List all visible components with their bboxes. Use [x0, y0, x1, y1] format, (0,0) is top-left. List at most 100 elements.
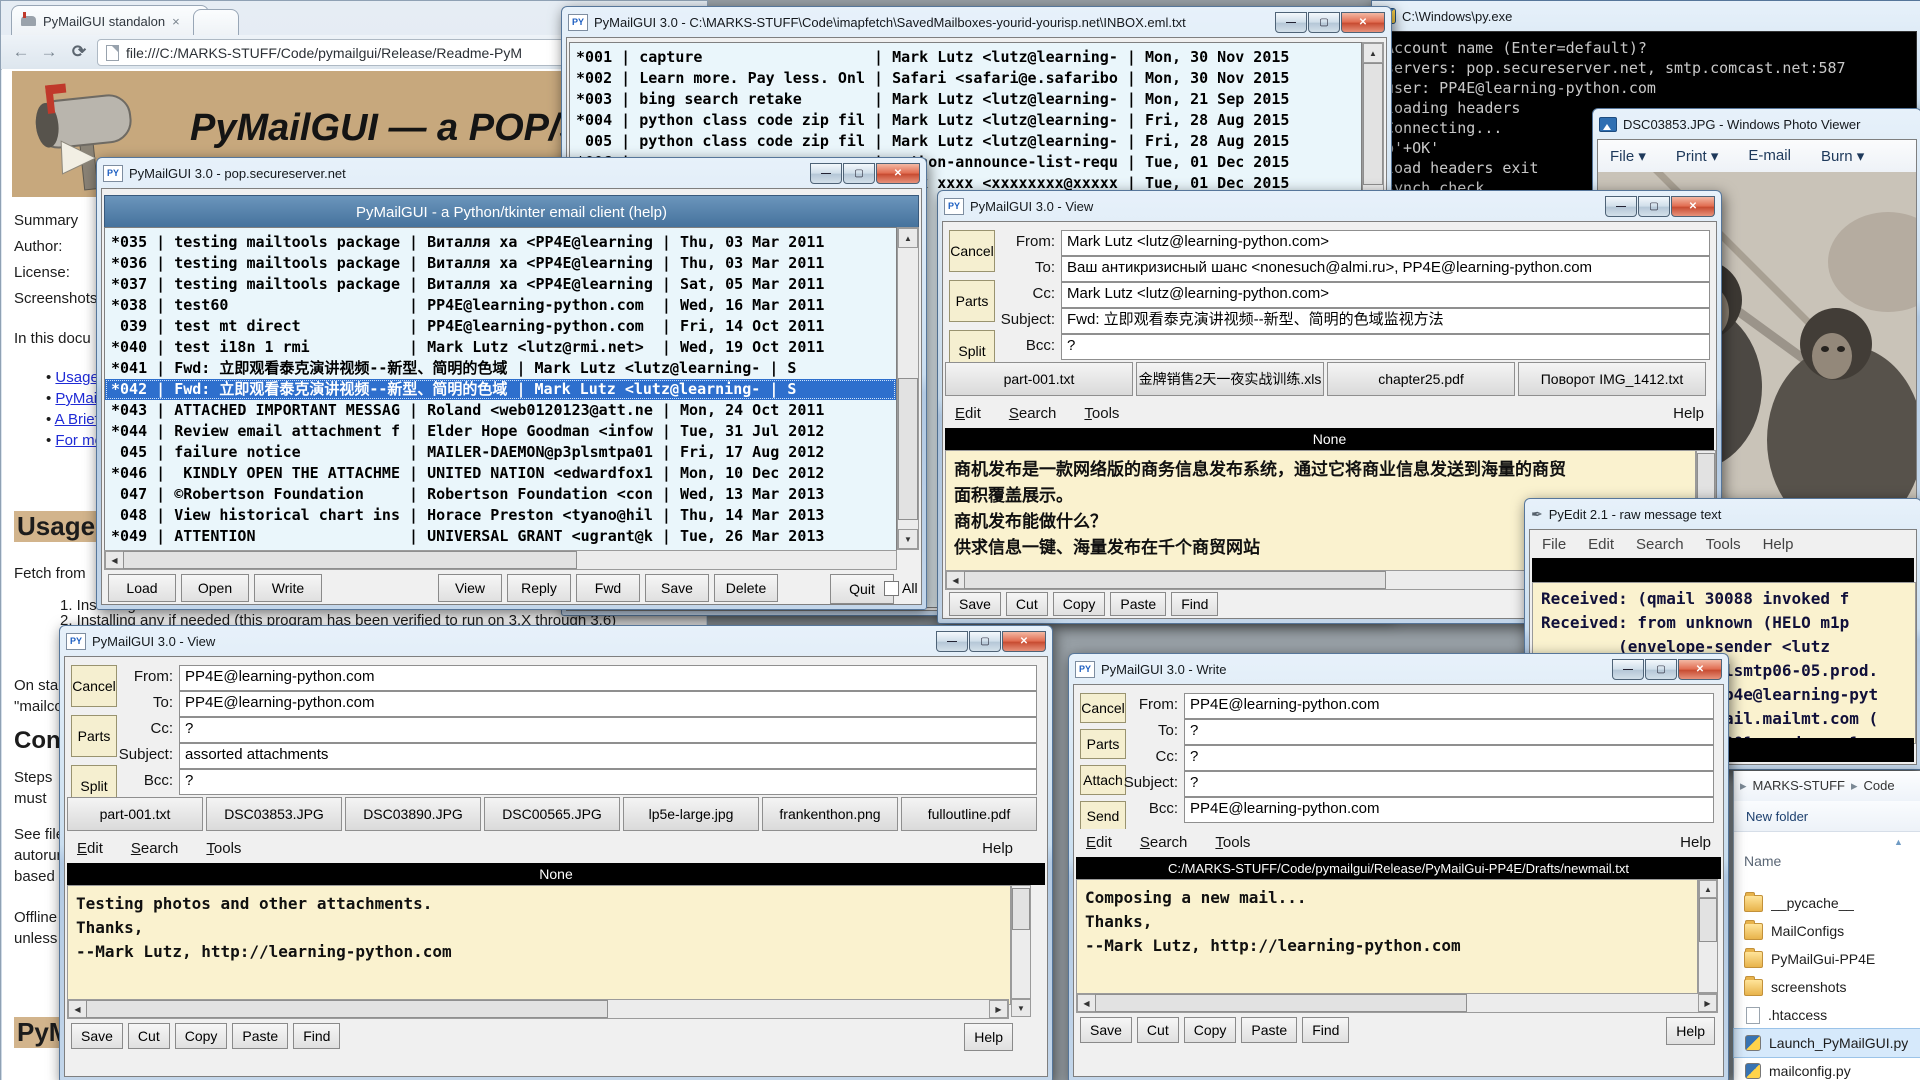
write-body[interactable]: Composing a new mail...Thanks,--Mark Lut… [1076, 879, 1698, 999]
scroll-up-icon[interactable] [1699, 880, 1717, 898]
maximize-icon[interactable] [1638, 196, 1670, 217]
all-checkbox[interactable] [884, 581, 899, 596]
close-icon[interactable] [1341, 12, 1385, 33]
edit-button[interactable]: Save [1080, 1017, 1132, 1043]
menu-item[interactable]: Tools [206, 840, 241, 857]
browser-tab[interactable]: PyMailGUI standalon × [11, 5, 209, 36]
menu-help[interactable]: Help [1680, 829, 1711, 855]
list-button[interactable]: Open [181, 574, 249, 602]
photo-menu-item[interactable]: Burn ▾ [1821, 147, 1864, 165]
close-icon[interactable] [1671, 196, 1715, 217]
menu-item[interactable]: Search [1009, 405, 1057, 422]
maximize-icon[interactable] [969, 631, 1001, 652]
explorer-item[interactable]: Launch_PyMailGUI.py [1734, 1029, 1920, 1057]
write-vscrollbar[interactable] [1698, 879, 1718, 993]
edit-button[interactable]: Cut [1137, 1017, 1179, 1043]
minimize-icon[interactable] [1612, 659, 1644, 680]
explorer-item[interactable]: screenshots [1734, 973, 1920, 1001]
toc-link-usage[interactable]: • Usage [46, 369, 99, 386]
menu-item[interactable]: Edit [955, 405, 981, 422]
field-value[interactable]: ? [1061, 334, 1710, 360]
field-value[interactable]: Mark Lutz <lutz@learning-python.com> [1061, 282, 1710, 308]
maximize-icon[interactable] [1645, 659, 1677, 680]
mail-list-row[interactable]: *041 | Fwd: 立即观看泰克演讲视频--新型、简明的色域 | Mark … [105, 358, 896, 379]
menu-help[interactable]: Help [1673, 400, 1704, 426]
list-button[interactable]: Delete [714, 574, 778, 602]
field-value[interactable]: ? [179, 769, 1037, 795]
mail-list-row[interactable]: *004 | python class code zip fil | Mark … [570, 110, 1361, 131]
menu-item[interactable]: Search [131, 840, 179, 857]
photo-menu-item[interactable]: File ▾ [1610, 147, 1646, 165]
console-titlebar[interactable]: C:\Windows\py.exe [1372, 1, 1920, 31]
field-value[interactable]: ? [179, 717, 1037, 743]
menu-item[interactable]: Tools [1706, 536, 1741, 553]
side-button[interactable]: Send [1080, 801, 1126, 831]
attachment-button[interactable]: DSC03853.JPG [206, 797, 342, 831]
maximize-icon[interactable] [843, 163, 875, 184]
edit-button[interactable]: Paste [232, 1023, 288, 1049]
attachment-button[interactable]: chapter25.pdf [1327, 362, 1515, 396]
breadcrumb-item[interactable]: Code [1845, 778, 1895, 794]
menu-item[interactable]: Help [1763, 536, 1794, 553]
pyedit-titlebar[interactable]: PyEdit 2.1 - raw message text [1525, 499, 1920, 529]
write-titlebar[interactable]: PyMailGUI 3.0 - Write [1069, 654, 1728, 684]
tab-close-icon[interactable]: × [172, 14, 180, 29]
edit-button[interactable]: Cut [1006, 592, 1048, 616]
edit-button[interactable]: Find [1302, 1017, 1349, 1043]
field-value[interactable]: PP4E@learning-python.com [1184, 797, 1714, 823]
scroll-left-icon[interactable] [1077, 994, 1096, 1012]
minimize-icon[interactable] [1275, 12, 1307, 33]
main-vscrollbar[interactable] [897, 227, 919, 550]
list-button[interactable]: Save [645, 574, 709, 602]
mail-list-row[interactable]: *049 | ATTENTION | UNIVERSAL GRANT <ugra… [105, 526, 896, 547]
edit-button[interactable]: Save [949, 592, 1001, 616]
attachment-button[interactable]: DSC03890.JPG [345, 797, 481, 831]
mail-list-row[interactable]: 039 | test mt direct | PP4E@learning-pyt… [105, 316, 896, 337]
edit-button[interactable]: Paste [1110, 592, 1166, 616]
menu-item[interactable]: Edit [1086, 834, 1112, 851]
scroll-right-icon[interactable] [989, 1000, 1008, 1018]
field-value[interactable]: Mark Lutz <lutz@learning-python.com> [1061, 230, 1710, 256]
photo-viewer-titlebar[interactable]: DSC03853.JPG - Windows Photo Viewer [1593, 109, 1920, 139]
field-value[interactable]: PP4E@learning-python.com [1184, 693, 1714, 719]
field-value[interactable]: PP4E@learning-python.com [179, 691, 1037, 717]
mail-list-row[interactable]: 045 | failure notice | MAILER-DAEMON@p3p… [105, 442, 896, 463]
explorer-item[interactable]: __pycache__ [1734, 889, 1920, 917]
close-icon[interactable] [1002, 631, 1046, 652]
mail-list-row[interactable]: *035 | testing mailtools package | Витал… [105, 232, 896, 253]
attachment-button[interactable]: fulloutline.pdf [901, 797, 1037, 831]
field-value[interactable]: ? [1184, 745, 1714, 771]
mail-list-row[interactable]: 048 | View historical chart ins | Horace… [105, 505, 896, 526]
view-bottom-hscrollbar[interactable] [67, 999, 1009, 1019]
side-button[interactable]: Parts [1080, 729, 1126, 759]
minimize-icon[interactable] [936, 631, 968, 652]
mail-list-row[interactable]: *040 | test i18n 1 rmi | Mark Lutz <lutz… [105, 337, 896, 358]
explorer-item[interactable]: .htaccess [1734, 1001, 1920, 1029]
mail-list-row[interactable]: *046 | KINDLY OPEN THE ATTACHME | UNITED… [105, 463, 896, 484]
view-bottom-vscrollbar[interactable] [1011, 885, 1031, 999]
side-button[interactable]: Attach [1080, 765, 1126, 795]
write-hscrollbar[interactable] [1076, 993, 1718, 1013]
attachment-button[interactable]: DSC00565.JPG [484, 797, 620, 831]
edit-button[interactable]: Copy [1184, 1017, 1237, 1043]
attachment-button[interactable]: part-001.txt [945, 362, 1133, 396]
list-button[interactable]: Load [108, 574, 176, 602]
mail-list-row[interactable]: *037 | testing mailtools package | Витал… [105, 274, 896, 295]
explorer-item[interactable]: MailConfigs [1734, 917, 1920, 945]
scroll-up-icon[interactable] [898, 228, 918, 248]
main-hscrollbar[interactable] [104, 550, 897, 570]
view-bottom-body[interactable]: Testing photos and other attachments.Tha… [67, 885, 1011, 1005]
list-button[interactable]: Write [254, 574, 322, 602]
side-button[interactable]: Cancel [1080, 693, 1126, 723]
explorer-item[interactable]: PyMailGui-PP4E [1734, 945, 1920, 973]
mail-list-row[interactable]: *038 | test60 | PP4E@learning-python.com… [105, 295, 896, 316]
scroll-left-icon[interactable] [68, 1000, 87, 1018]
menu-item[interactable]: Tools [1084, 405, 1119, 422]
menu-item[interactable]: Edit [77, 840, 103, 857]
menu-item[interactable]: Tools [1215, 834, 1250, 851]
field-value[interactable]: PP4E@learning-python.com [179, 665, 1037, 691]
edit-button[interactable]: Find [1171, 592, 1218, 616]
menu-item[interactable]: Search [1140, 834, 1188, 851]
name-column-header[interactable]: Name [1744, 853, 1781, 869]
help-button[interactable]: Help [964, 1023, 1013, 1051]
